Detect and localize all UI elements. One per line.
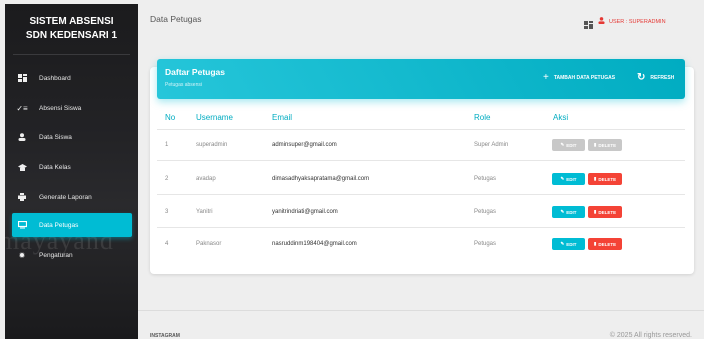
user-icon: [598, 17, 605, 26]
column-header-role: Role: [474, 113, 491, 122]
sidebar-item-pengaturan[interactable]: ✹ Pengaturan: [12, 243, 132, 267]
user-label: USER : SUPERADMIN: [609, 18, 666, 25]
refresh-button[interactable]: ↻ REFRESH: [637, 72, 674, 83]
print-icon: [12, 193, 32, 201]
refresh-label: REFRESH: [650, 74, 675, 81]
user-menu[interactable]: USER : SUPERADMIN: [598, 17, 666, 26]
trash-icon: ▮: [593, 241, 597, 246]
edit-button[interactable]: ✎ EDIT: [552, 206, 585, 218]
sidebar-item-label: Data Petugas: [39, 221, 79, 229]
add-petugas-button[interactable]: + TAMBAH DATA PETUGAS: [543, 72, 615, 83]
sidebar-item-label: Pengaturan: [39, 251, 73, 259]
cell-role: Super Admin: [474, 142, 509, 148]
cell-username: Paknasor: [196, 241, 222, 247]
card-header: Daftar Petugas Petugas absensi + TAMBAH …: [157, 59, 685, 99]
gear-icon: ✹: [18, 250, 26, 260]
delete-button[interactable]: ▮ DELETE: [588, 206, 622, 218]
pencil-icon: ✎: [560, 142, 565, 147]
cell-username: superadmin: [196, 142, 228, 148]
table-row: 2 avadap dimasadhyaksapratama@gmail.com …: [157, 164, 685, 195]
monitor-icon: [12, 221, 32, 229]
cell-email: yanitrindriati@gmail.com: [272, 209, 338, 215]
delete-button[interactable]: ▮ DELETE: [588, 238, 622, 250]
footer: INSTAGRAM © 2025 All rights reserved.: [138, 310, 704, 339]
cell-username: avadap: [196, 176, 216, 182]
edit-label: EDIT: [566, 142, 577, 148]
delete-label: DELETE: [598, 142, 617, 148]
edit-label: EDIT: [566, 209, 577, 215]
sidebar-item-data-petugas[interactable]: Data Petugas: [12, 213, 132, 237]
instagram-link[interactable]: INSTAGRAM: [150, 333, 180, 339]
trash-icon: ▮: [593, 142, 597, 147]
edit-label: EDIT: [566, 241, 577, 247]
edit-button[interactable]: ✎ EDIT: [552, 238, 585, 250]
card-title: Daftar Petugas: [165, 67, 225, 77]
pencil-icon: ✎: [560, 209, 565, 214]
pencil-icon: ✎: [560, 241, 565, 246]
edit-button[interactable]: ✎ EDIT: [552, 139, 585, 151]
cell-username: Yanitri: [196, 209, 213, 215]
sidebar-item-data-siswa[interactable]: Data Siswa: [12, 125, 132, 149]
delete-label: DELETE: [598, 209, 617, 215]
sidebar-item-label: Data Siswa: [39, 133, 72, 141]
dashboard-icon: [12, 74, 32, 82]
sidebar-item-label: Dashboard: [39, 74, 71, 82]
sidebar-item-label: Absensi Siswa: [39, 104, 82, 112]
cell-no: 4: [165, 241, 169, 247]
delete-button[interactable]: ▮ DELETE: [588, 139, 622, 151]
sidebar-item-label: Generate Laporan: [39, 193, 92, 201]
delete-label: DELETE: [598, 176, 617, 182]
brand-subtitle: SDN KEDENSARI 1: [25, 30, 118, 41]
column-header-aksi: Aksi: [553, 113, 569, 122]
add-petugas-label: TAMBAH DATA PETUGAS: [553, 74, 616, 81]
sidebar-item-label: Data Kelas: [39, 163, 71, 171]
edit-button[interactable]: ✎ EDIT: [552, 173, 585, 185]
sidebar-brand[interactable]: SISTEM ABSENSI SDN KEDENSARI 1: [13, 4, 130, 55]
sidebar-item-data-kelas[interactable]: Data Kelas: [12, 155, 132, 179]
plus-icon: +: [543, 72, 549, 83]
column-header-username: Username: [196, 113, 233, 122]
person-icon: [12, 133, 32, 141]
cell-role: Petugas: [474, 176, 497, 182]
trash-icon: ▮: [593, 176, 597, 181]
brand-title: SISTEM ABSENSI: [29, 16, 114, 27]
edit-label: EDIT: [566, 176, 577, 182]
refresh-icon: ↻: [637, 72, 646, 83]
cell-email: dimasadhyaksapratama@gmail.com: [272, 176, 370, 182]
cell-role: Petugas: [474, 209, 497, 215]
table-row: 1 superadmin adminsuper@gmail.com Super …: [157, 130, 685, 161]
checklist-icon: ✓≡: [16, 103, 28, 113]
cell-email: nasruddinm198404@gmail.com: [272, 241, 357, 247]
delete-button[interactable]: ▮ DELETE: [588, 173, 622, 185]
school-icon: [12, 163, 32, 171]
cell-role: Petugas: [474, 241, 497, 247]
sidebar-item-dashboard[interactable]: Dashboard: [12, 66, 132, 90]
delete-label: DELETE: [598, 241, 617, 247]
cell-no: 1: [165, 142, 169, 148]
table-row: 3 Yanitri yanitrindriati@gmail.com Petug…: [157, 197, 685, 228]
copyright-text: © 2025 All rights reserved.: [609, 332, 692, 339]
sidebar-item-absensi-siswa[interactable]: ✓≡ Absensi Siswa: [12, 96, 132, 120]
card-subtitle: Petugas absensi: [165, 82, 202, 88]
cell-no: 2: [165, 176, 169, 182]
cell-no: 3: [165, 209, 169, 215]
top-navbar: Data Petugas USER : SUPERADMIN: [138, 4, 704, 34]
cell-email: adminsuper@gmail.com: [272, 142, 337, 148]
trash-icon: ▮: [593, 209, 597, 214]
page-title: Data Petugas: [150, 14, 202, 24]
sidebar: SISTEM ABSENSI SDN KEDENSARI 1 mayayand …: [5, 4, 138, 339]
sidebar-item-generate-laporan[interactable]: Generate Laporan: [12, 185, 132, 209]
column-header-no: No: [165, 113, 176, 122]
pencil-icon: ✎: [560, 176, 565, 181]
dashboard-grid-icon[interactable]: [584, 16, 593, 29]
column-header-email: Email: [272, 113, 293, 122]
table-row: 4 Paknasor nasruddinm198404@gmail.com Pe…: [157, 229, 685, 260]
